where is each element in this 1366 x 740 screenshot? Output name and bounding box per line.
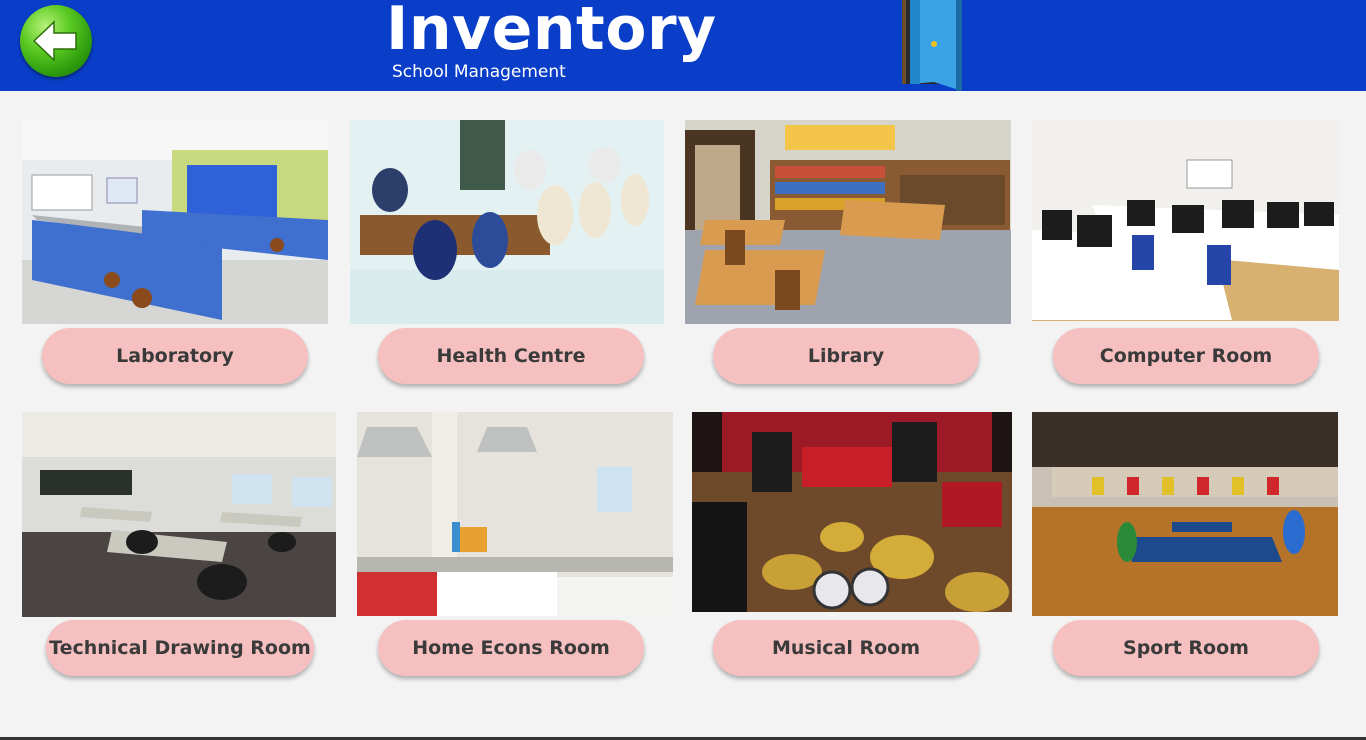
home-econs-room-photo[interactable] (357, 412, 673, 616)
laboratory-button[interactable]: Laboratory (42, 328, 308, 384)
back-arrow-icon (32, 20, 77, 62)
technical-drawing-room-photo[interactable] (22, 412, 336, 617)
technical-drawing-room-button[interactable]: Technical Drawing Room (46, 620, 314, 676)
home-econs-room-button[interactable]: Home Econs Room (378, 620, 644, 676)
laboratory-photo[interactable] (22, 120, 328, 324)
page-title: Inventory (386, 0, 717, 64)
health-centre-button[interactable]: Health Centre (378, 328, 644, 384)
header-bar: Inventory School Management (0, 0, 1366, 91)
back-button[interactable] (20, 5, 92, 77)
library-photo[interactable] (685, 120, 1011, 324)
computer-room-photo[interactable] (1032, 120, 1339, 321)
computer-room-button[interactable]: Computer Room (1053, 328, 1319, 384)
page-subtitle: School Management (392, 62, 566, 82)
sport-room-photo[interactable] (1032, 412, 1338, 616)
library-button[interactable]: Library (713, 328, 979, 384)
door-icon (902, 0, 962, 91)
musical-room-photo[interactable] (692, 412, 1012, 612)
musical-room-button[interactable]: Musical Room (713, 620, 979, 676)
health-centre-photo[interactable] (350, 120, 664, 324)
sport-room-button[interactable]: Sport Room (1053, 620, 1319, 676)
